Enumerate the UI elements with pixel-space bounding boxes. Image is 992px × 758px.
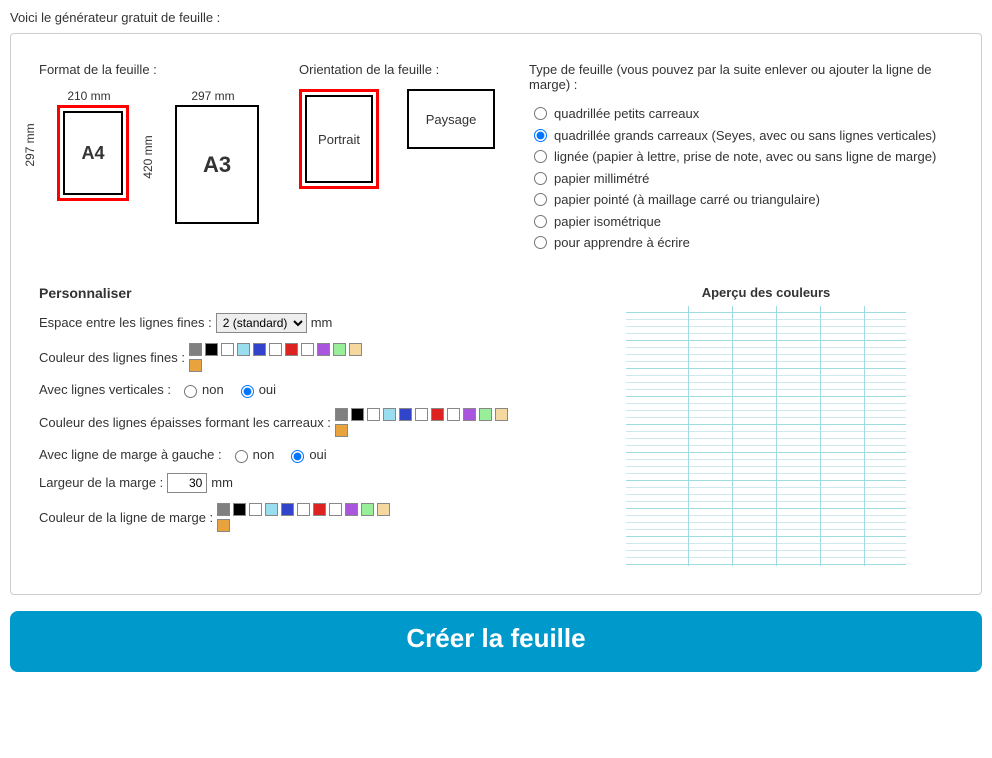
a3-height-label: 420 mm [141, 135, 155, 178]
color-swatch[interactable] [431, 408, 444, 421]
sheet-type-option: papier pointé (à maillage carré ou trian… [529, 190, 953, 210]
color-swatch[interactable] [297, 503, 310, 516]
color-swatch[interactable] [249, 503, 262, 516]
format-a3[interactable]: A3 [175, 105, 259, 224]
color-swatch[interactable] [189, 359, 202, 372]
color-swatch[interactable] [447, 408, 460, 421]
color-swatch[interactable] [233, 503, 246, 516]
color-swatch[interactable] [463, 408, 476, 421]
sheet-type-radio-4[interactable] [534, 193, 547, 206]
fine-spacing-unit: mm [311, 315, 333, 330]
color-swatch[interactable] [237, 343, 250, 356]
preview-title: Aperçu des couleurs [579, 285, 953, 300]
create-sheet-button[interactable]: Créer la feuille [10, 611, 982, 672]
color-swatch[interactable] [415, 408, 428, 421]
intro-text: Voici le générateur gratuit de feuille : [10, 10, 982, 25]
color-swatch[interactable] [335, 408, 348, 421]
generator-panel: Format de la feuille : 210 mm 297 mm A4 … [10, 33, 982, 595]
color-swatch[interactable] [345, 503, 358, 516]
orientation-title: Orientation de la feuille : [299, 62, 509, 77]
a4-width-label: 210 mm [49, 89, 129, 103]
color-swatch[interactable] [281, 503, 294, 516]
sheet-type-option: pour apprendre à écrire [529, 233, 953, 253]
vertical-lines-label: Avec lignes verticales : [39, 382, 171, 397]
sheet-type-option: lignée (papier à lettre, prise de note, … [529, 147, 953, 167]
margin-color-label: Couleur de la ligne de marge : [39, 510, 213, 525]
color-swatch[interactable] [265, 503, 278, 516]
sheet-type-option: papier isométrique [529, 212, 953, 232]
color-swatch[interactable] [335, 424, 348, 437]
color-swatch[interactable] [285, 343, 298, 356]
orientation-section: Orientation de la feuille : Portrait Pay… [299, 62, 509, 255]
color-swatch[interactable] [269, 343, 282, 356]
color-swatch[interactable] [495, 408, 508, 421]
left-margin-label: Avec ligne de marge à gauche : [39, 447, 222, 462]
color-swatch[interactable] [333, 343, 346, 356]
sheet-type-radio-1[interactable] [534, 129, 547, 142]
preview-box [626, 306, 906, 566]
orientation-paysage[interactable]: Paysage [407, 89, 495, 149]
format-section: Format de la feuille : 210 mm 297 mm A4 … [39, 62, 279, 255]
vertical-lines-non[interactable] [184, 385, 197, 398]
sheet-type-radio-3[interactable] [534, 172, 547, 185]
color-swatch[interactable] [189, 343, 202, 356]
sheet-type-radio-6[interactable] [534, 236, 547, 249]
color-swatch[interactable] [367, 408, 380, 421]
sheet-type-label[interactable]: papier isométrique [554, 212, 953, 232]
sheet-type-radio-0[interactable] [534, 107, 547, 120]
margin-width-unit: mm [211, 475, 233, 490]
preview-section: Aperçu des couleurs [579, 285, 953, 566]
sheet-type-label[interactable]: quadrillée petits carreaux [554, 104, 953, 124]
sheet-type-title: Type de feuille (vous pouvez par la suit… [529, 62, 953, 92]
color-swatch[interactable] [377, 503, 390, 516]
sheet-type-radio-2[interactable] [534, 150, 547, 163]
color-swatch[interactable] [361, 503, 374, 516]
a3-width-label: 297 mm [167, 89, 259, 103]
sheet-type-label[interactable]: quadrillée grands carreaux (Seyes, avec … [554, 126, 953, 146]
color-swatch[interactable] [217, 503, 230, 516]
color-swatch[interactable] [479, 408, 492, 421]
sheet-type-option: quadrillée petits carreaux [529, 104, 953, 124]
color-swatch[interactable] [205, 343, 218, 356]
margin-width-input[interactable] [167, 473, 207, 493]
sheet-type-radio-5[interactable] [534, 215, 547, 228]
sheet-type-section: Type de feuille (vous pouvez par la suit… [529, 62, 953, 255]
thick-color-label: Couleur des lignes épaisses formant les … [39, 415, 331, 430]
customize-title: Personnaliser [39, 285, 539, 301]
color-swatch[interactable] [351, 408, 364, 421]
color-swatch[interactable] [221, 343, 234, 356]
color-swatch[interactable] [217, 519, 230, 532]
color-swatch[interactable] [313, 503, 326, 516]
orientation-portrait[interactable]: Portrait [299, 89, 379, 189]
sheet-type-option: quadrillée grands carreaux (Seyes, avec … [529, 126, 953, 146]
color-swatch[interactable] [253, 343, 266, 356]
vertical-lines-oui[interactable] [241, 385, 254, 398]
color-swatch[interactable] [383, 408, 396, 421]
a4-height-label: 297 mm [23, 123, 37, 166]
sheet-type-label[interactable]: lignée (papier à lettre, prise de note, … [554, 147, 953, 167]
format-a4[interactable]: A4 [57, 105, 129, 201]
margin-width-label: Largeur de la marge : [39, 475, 163, 490]
color-swatch[interactable] [301, 343, 314, 356]
fine-spacing-select[interactable]: 2 (standard) [216, 313, 307, 333]
left-margin-non[interactable] [235, 450, 248, 463]
color-swatch[interactable] [329, 503, 342, 516]
sheet-type-label[interactable]: papier millimétré [554, 169, 953, 189]
sheet-type-option: papier millimétré [529, 169, 953, 189]
sheet-type-label[interactable]: papier pointé (à maillage carré ou trian… [554, 190, 953, 210]
format-title: Format de la feuille : [39, 62, 279, 77]
color-swatch[interactable] [317, 343, 330, 356]
color-swatch[interactable] [349, 343, 362, 356]
a4-box: A4 [63, 111, 123, 195]
color-swatch[interactable] [399, 408, 412, 421]
sheet-type-label[interactable]: pour apprendre à écrire [554, 233, 953, 253]
fine-spacing-label: Espace entre les lignes fines : [39, 315, 212, 330]
left-margin-oui[interactable] [291, 450, 304, 463]
fine-color-label: Couleur des lignes fines : [39, 350, 185, 365]
customize-section: Personnaliser Espace entre les lignes fi… [39, 285, 539, 566]
portrait-box: Portrait [305, 95, 373, 183]
